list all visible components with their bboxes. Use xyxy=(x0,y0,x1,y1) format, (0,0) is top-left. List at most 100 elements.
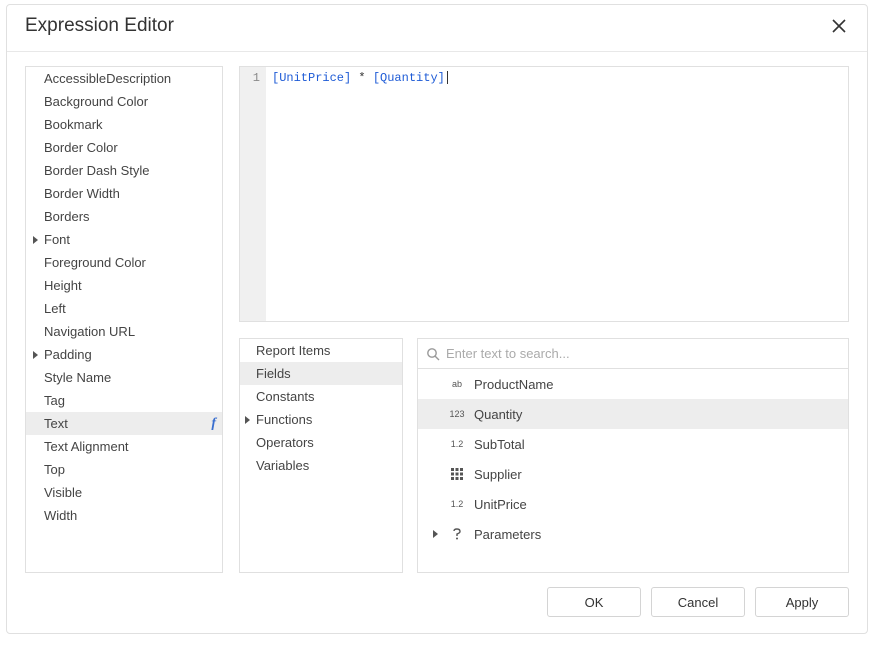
chevron-right-icon xyxy=(30,351,40,359)
property-item[interactable]: Text f xyxy=(26,412,222,435)
search-input[interactable] xyxy=(442,342,842,365)
property-item[interactable]: Font xyxy=(26,228,222,251)
property-label: AccessibleDescription xyxy=(44,71,171,86)
category-label: Fields xyxy=(256,366,291,381)
field-label: UnitPrice xyxy=(474,497,527,512)
property-item[interactable]: Left xyxy=(26,297,222,320)
field-item[interactable]: 1.2 UnitPrice xyxy=(418,489,848,519)
property-item[interactable]: Navigation URL xyxy=(26,320,222,343)
property-item[interactable]: Padding xyxy=(26,343,222,366)
property-label: Font xyxy=(44,232,70,247)
property-item[interactable]: Visible xyxy=(26,481,222,504)
category-item[interactable]: Constants xyxy=(240,385,402,408)
fields-panel: ab ProductName 123 Quantity 1.2 SubTotal Suppl… xyxy=(417,338,849,573)
dec-type-icon: 1.2 xyxy=(448,439,466,449)
field-item[interactable]: Supplier xyxy=(418,459,848,489)
close-button[interactable] xyxy=(829,16,849,36)
property-item[interactable]: Text Alignment xyxy=(26,435,222,458)
fx-icon: f xyxy=(211,416,216,432)
property-item[interactable]: Background Color xyxy=(26,90,222,113)
property-label: Background Color xyxy=(44,94,148,109)
right-panel: 1 [UnitPrice] * [Quantity] Report Items F… xyxy=(239,66,849,573)
category-item[interactable]: Functions xyxy=(240,408,402,431)
ok-button[interactable]: OK xyxy=(547,587,641,617)
field-token: [Quantity] xyxy=(373,71,445,85)
question-type-icon xyxy=(448,528,466,540)
category-item[interactable]: Report Items xyxy=(240,339,402,362)
field-label: Supplier xyxy=(474,467,522,482)
property-label: Navigation URL xyxy=(44,324,135,339)
categories-panel[interactable]: Report Items Fields Constants Functions Oper… xyxy=(239,338,403,573)
line-gutter: 1 xyxy=(240,67,266,321)
property-item[interactable]: Style Name xyxy=(26,366,222,389)
field-item[interactable]: 123 Quantity xyxy=(418,399,848,429)
property-item[interactable]: Top xyxy=(26,458,222,481)
field-label: SubTotal xyxy=(474,437,525,452)
property-item[interactable]: Borders xyxy=(26,205,222,228)
field-item[interactable]: ab ProductName xyxy=(418,369,848,399)
dialog-header: Expression Editor xyxy=(7,5,867,52)
chevron-right-icon xyxy=(30,236,40,244)
property-item[interactable]: Border Dash Style xyxy=(26,159,222,182)
property-item[interactable]: Border Width xyxy=(26,182,222,205)
code-area[interactable]: [UnitPrice] * [Quantity] xyxy=(266,67,848,321)
property-label: Text xyxy=(44,416,68,431)
grid-type-icon xyxy=(448,468,466,480)
apply-button[interactable]: Apply xyxy=(755,587,849,617)
property-label: Border Dash Style xyxy=(44,163,150,178)
field-label: Quantity xyxy=(474,407,522,422)
category-item[interactable]: Fields xyxy=(240,362,402,385)
line-number: 1 xyxy=(253,71,260,85)
property-label: Width xyxy=(44,508,77,523)
property-item[interactable]: AccessibleDescription xyxy=(26,67,222,90)
expression-editor-dialog: Expression Editor AccessibleDescription B… xyxy=(6,4,868,634)
property-item[interactable]: Bookmark xyxy=(26,113,222,136)
property-label: Border Color xyxy=(44,140,118,155)
property-label: Left xyxy=(44,301,66,316)
dec-type-icon: 1.2 xyxy=(448,499,466,509)
fields-list[interactable]: ab ProductName 123 Quantity 1.2 SubTotal Suppl… xyxy=(418,369,848,572)
property-label: Text Alignment xyxy=(44,439,129,454)
property-label: Style Name xyxy=(44,370,111,385)
category-label: Functions xyxy=(256,412,312,427)
field-item[interactable]: 1.2 SubTotal xyxy=(418,429,848,459)
dialog-body: AccessibleDescription Background Color Boo… xyxy=(7,52,867,573)
category-label: Constants xyxy=(256,389,315,404)
text-cursor xyxy=(447,71,448,84)
property-label: Foreground Color xyxy=(44,255,146,270)
category-item[interactable]: Operators xyxy=(240,431,402,454)
search-icon xyxy=(424,347,442,361)
field-label: Parameters xyxy=(474,527,541,542)
field-label: ProductName xyxy=(474,377,553,392)
property-item[interactable]: Tag xyxy=(26,389,222,412)
dialog-footer: OK Cancel Apply xyxy=(7,573,867,633)
category-item[interactable]: Variables xyxy=(240,454,402,477)
property-label: Tag xyxy=(44,393,65,408)
operator-token: * xyxy=(351,71,373,85)
123-type-icon: 123 xyxy=(448,409,466,419)
bottom-panels: Report Items Fields Constants Functions Oper… xyxy=(239,338,849,573)
property-item[interactable]: Height xyxy=(26,274,222,297)
search-row xyxy=(418,339,848,369)
property-label: Borders xyxy=(44,209,90,224)
property-label: Bookmark xyxy=(44,117,103,132)
field-token: [UnitPrice] xyxy=(272,71,351,85)
dialog-title: Expression Editor xyxy=(25,15,174,37)
property-label: Visible xyxy=(44,485,82,500)
chevron-right-icon xyxy=(242,416,252,424)
properties-panel[interactable]: AccessibleDescription Background Color Boo… xyxy=(25,66,223,573)
abc-type-icon: ab xyxy=(448,379,466,389)
category-label: Operators xyxy=(256,435,314,450)
property-item[interactable]: Foreground Color xyxy=(26,251,222,274)
category-label: Report Items xyxy=(256,343,330,358)
property-label: Height xyxy=(44,278,82,293)
close-icon xyxy=(832,19,846,33)
field-item[interactable]: Parameters xyxy=(418,519,848,549)
chevron-right-icon xyxy=(428,530,442,538)
property-label: Top xyxy=(44,462,65,477)
property-label: Border Width xyxy=(44,186,120,201)
expression-code-editor[interactable]: 1 [UnitPrice] * [Quantity] xyxy=(239,66,849,322)
property-item[interactable]: Width xyxy=(26,504,222,527)
property-item[interactable]: Border Color xyxy=(26,136,222,159)
cancel-button[interactable]: Cancel xyxy=(651,587,745,617)
